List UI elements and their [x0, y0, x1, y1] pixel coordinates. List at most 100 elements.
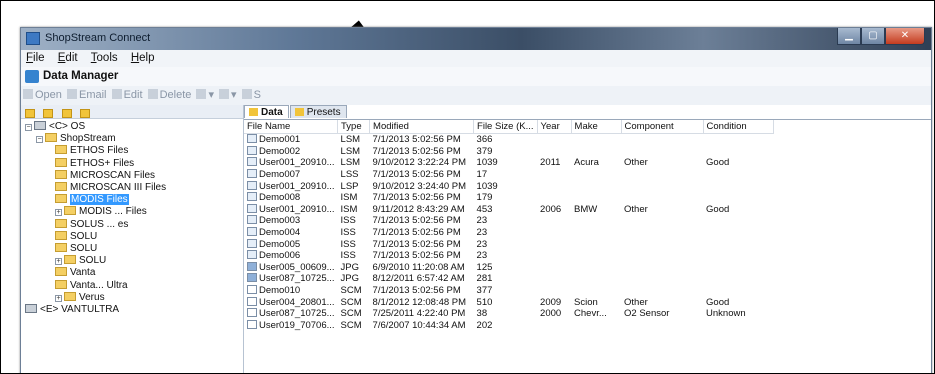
tree-node[interactable]: SOLUS ... es: [55, 218, 128, 231]
table-cell: [621, 192, 703, 204]
delete-folder-icon[interactable]: [61, 109, 72, 118]
copy-button[interactable]: ▾: [196, 86, 214, 101]
tree-node[interactable]: + MODIS ... Files: [55, 206, 147, 218]
collapse-icon[interactable]: −: [36, 136, 43, 144]
table-row[interactable]: Demo008 ISM 7/1/2013 5:02:56 PM 179: [244, 192, 773, 204]
table-row[interactable]: User001_20910... LSP 9/10/2012 3:24:40 PM 1…: [244, 180, 773, 192]
folder-icon: [55, 169, 67, 179]
table-row[interactable]: Demo003 ISS 7/1/2013 5:02:56 PM 23: [244, 215, 773, 227]
partial-button[interactable]: S: [241, 87, 261, 101]
table-cell: 7/1/2013 5:02:56 PM: [372, 215, 461, 227]
tab-bar: Data Presets: [244, 105, 348, 119]
tree-node[interactable]: + Verus: [55, 291, 105, 304]
column-header[interactable]: Modified: [369, 120, 475, 134]
tree-node-label: Vanta... Ultra: [70, 279, 128, 291]
table-cell: Good: [706, 157, 730, 169]
table-cell: [703, 285, 773, 297]
minimize-button[interactable]: ▁: [837, 28, 861, 45]
table-cell: 2009: [540, 296, 562, 308]
tree-node[interactable]: + SOLU: [55, 255, 106, 267]
table-cell: ISS: [340, 250, 356, 262]
collapse-icon[interactable]: −: [25, 124, 32, 131]
table-cell: [621, 250, 703, 262]
rename-folder-icon[interactable]: [43, 109, 54, 118]
menu-file[interactable]: File: [21, 50, 50, 64]
delete-label: Delete: [159, 89, 192, 101]
tree-node[interactable]: <E> VANTULTRA: [25, 304, 119, 316]
table-cell: 2000: [540, 308, 562, 320]
table-cell: 9/11/2012 8:43:29 AM: [372, 203, 465, 215]
table-cell: [537, 227, 571, 239]
file-icon: [247, 296, 257, 306]
tab-presets[interactable]: Presets: [289, 105, 347, 118]
open-button[interactable]: Open: [23, 87, 62, 101]
email-button[interactable]: Email: [66, 87, 107, 101]
maximize-button[interactable]: ▢: [861, 28, 885, 45]
close-button[interactable]: ✕: [885, 28, 925, 45]
tree-node[interactable]: ETHOS Files: [55, 145, 128, 157]
tree-node[interactable]: MODIS Files: [55, 194, 129, 206]
table-row[interactable]: User001_20910... ISM 9/11/2012 8:43:29 AM 4…: [244, 203, 773, 216]
tree-node[interactable]: − ShopStream: [36, 133, 116, 145]
table-row[interactable]: Demo010 SCM 7/1/2013 5:02:56 PM 377: [244, 285, 773, 297]
tree-node[interactable]: ETHOS+ Files: [55, 157, 134, 170]
menu-help[interactable]: Help: [126, 50, 160, 64]
table-cell: Other: [624, 203, 648, 215]
tree-node-label: <E> VANTULTRA: [40, 304, 120, 315]
tree-node[interactable]: − <C> OS: [25, 121, 85, 133]
folder-icon: [55, 145, 67, 155]
menu-tools[interactable]: Tools: [86, 50, 123, 64]
menu-edit[interactable]: Edit: [53, 50, 83, 64]
tree-node[interactable]: SOLU: [55, 243, 97, 255]
table-row[interactable]: User001_20910... LSM 9/10/2012 3:22:24 PM 1…: [244, 157, 773, 169]
column-header[interactable]: Condition: [703, 120, 774, 134]
table-cell: [571, 169, 621, 181]
refresh-folder-icon[interactable]: [80, 109, 91, 118]
delete-button[interactable]: Delete: [147, 87, 192, 101]
table-row[interactable]: User087_10725... SCM 7/25/2011 4:22:40 PM 3…: [244, 308, 773, 320]
table-cell: Demo007: [244, 169, 338, 181]
table-row[interactable]: Demo002 LSM 7/1/2013 5:02:56 PM 379: [244, 145, 773, 158]
table-cell: 23: [476, 215, 488, 227]
column-header[interactable]: Year: [537, 120, 572, 134]
table-body: Demo001 LSM 7/1/2013 5:02:56 PM 366 Demo002 L…: [244, 134, 773, 332]
print-button[interactable]: ▾: [219, 86, 237, 101]
column-header[interactable]: File Name: [244, 120, 339, 134]
tab-data[interactable]: Data: [244, 105, 289, 118]
title-bar[interactable]: ShopStream Connect ▁ ▢ ✕: [21, 28, 931, 50]
table-row[interactable]: Demo004 ISS 7/1/2013 5:02:56 PM 23: [244, 227, 773, 239]
tree-node[interactable]: SOLU: [55, 230, 98, 243]
tree-node[interactable]: MICROSCAN Files: [55, 169, 155, 182]
file-icon: [247, 157, 257, 167]
tree-node[interactable]: Vanta: [55, 267, 95, 279]
table-cell: [703, 215, 773, 227]
tree-node[interactable]: Vanta... Ultra: [55, 279, 128, 292]
file-grid-container: File Name Type Modified File Size (K... Year…: [244, 119, 931, 373]
folder-icon: [55, 194, 67, 204]
table-row[interactable]: Demo005 ISS 7/1/2013 5:02:56 PM 23: [244, 238, 773, 250]
column-header[interactable]: Make: [571, 120, 622, 134]
tree-node-label: SOLU: [70, 230, 98, 242]
table-cell: Demo005: [244, 238, 338, 250]
column-header[interactable]: File Size (K...: [473, 120, 538, 134]
table-cell: [571, 250, 621, 262]
new-folder-icon[interactable]: [25, 109, 35, 118]
file-icon: [247, 180, 257, 190]
expand-icon[interactable]: +: [55, 258, 62, 266]
tree-node[interactable]: MICROSCAN III Files: [55, 182, 166, 194]
edit-button[interactable]: Edit: [111, 87, 143, 101]
table-cell: 1039: [476, 180, 498, 192]
file-icon: [247, 134, 257, 144]
table-row[interactable]: Demo006 ISS 7/1/2013 5:02:56 PM 23: [244, 250, 773, 262]
table-row[interactable]: User019_70706... SCM 7/6/2007 10:44:34 AM 2…: [244, 319, 773, 332]
column-header[interactable]: Component: [621, 120, 704, 134]
table-row[interactable]: Demo001 LSM 7/1/2013 5:02:56 PM 366: [244, 134, 773, 146]
expand-icon[interactable]: +: [55, 209, 62, 217]
table-row[interactable]: Demo007 LSS 7/1/2013 5:02:56 PM 17: [244, 169, 773, 181]
table-row[interactable]: User004_20801... SCM 8/1/2012 12:08:48 PM 5…: [244, 296, 773, 308]
table-row[interactable]: User005_00609... JPG 6/9/2010 11:20:08 AM 1…: [244, 261, 773, 274]
table-cell: 7/1/2013 5:02:56 PM: [372, 134, 461, 146]
table-row[interactable]: User087_10725... JPG 8/12/2011 6:57:42 AM 2…: [244, 273, 773, 285]
column-header[interactable]: Type: [337, 120, 371, 134]
expand-icon[interactable]: +: [55, 294, 62, 302]
